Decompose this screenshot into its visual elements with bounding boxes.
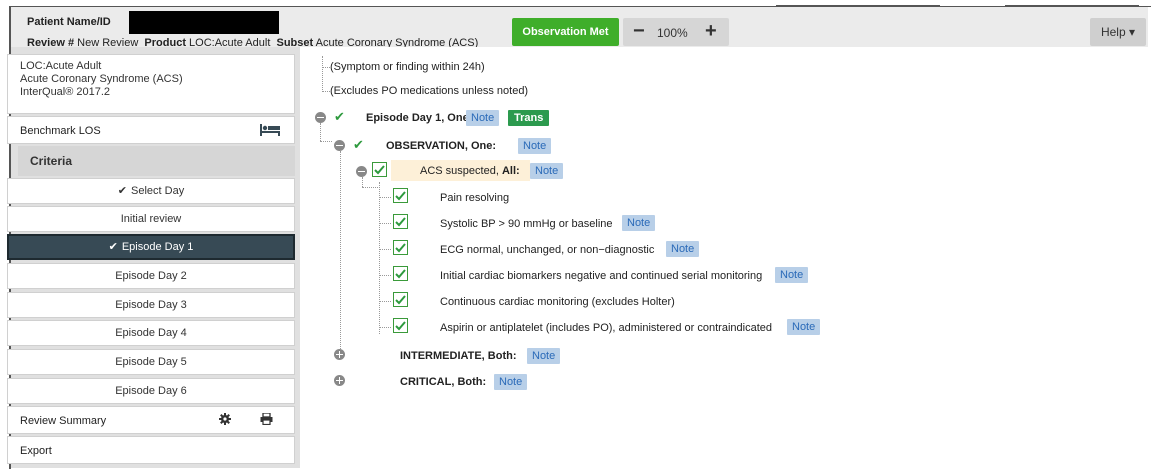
acs-node-text: ACS suspected, <box>420 165 499 177</box>
critical-note-button[interactable]: Note <box>494 374 528 390</box>
criterion-checkbox[interactable] <box>393 292 408 307</box>
checkmark-icon: ✔ <box>334 109 345 124</box>
day-episode-1[interactable]: ✔ Episode Day 1 <box>7 234 295 260</box>
tree-connector <box>379 223 391 224</box>
tree-connector <box>379 275 391 276</box>
expand-icon[interactable] <box>334 375 345 386</box>
gear-icon[interactable] <box>219 413 231 428</box>
day-episode-2[interactable]: Episode Day 2 <box>7 263 295 289</box>
episode-trans-button[interactable]: Trans <box>508 110 550 126</box>
criterion-note-button[interactable]: Note <box>787 319 821 335</box>
acs-note-button[interactable]: Note <box>530 163 564 179</box>
criterion-checkbox[interactable] <box>393 188 408 203</box>
zoom-control: − 100% + <box>623 18 729 46</box>
criterion-note-button[interactable]: Note <box>622 215 656 231</box>
observation-node-label: OBSERVATION, One: <box>386 140 497 152</box>
day-label: Episode Day 6 <box>115 385 187 397</box>
benchmark-los-label: Benchmark LOS <box>20 125 101 137</box>
criterion-checkbox[interactable] <box>393 214 408 229</box>
criterion-note-button[interactable]: Note <box>666 241 700 257</box>
criterion-checkbox[interactable] <box>393 240 408 255</box>
criterion-label: Initial cardiac biomarkers negative and … <box>440 270 763 282</box>
day-label: Episode Day 3 <box>115 299 187 311</box>
episode-node-label: Episode Day 1, One: <box>366 112 473 124</box>
criteria-tree <box>300 47 1148 468</box>
review-summary-item[interactable]: Review Summary <box>7 406 295 434</box>
criteria-label: Criteria <box>30 154 73 168</box>
criterion-label: Pain resolving <box>440 192 510 204</box>
collapse-icon[interactable] <box>334 140 345 151</box>
day-label: Episode Day 4 <box>115 327 187 339</box>
day-label: Select Day <box>131 185 185 197</box>
info-line-subset: Acute Coronary Syndrome (ACS) <box>20 73 183 85</box>
acs-checkbox[interactable] <box>372 162 387 177</box>
criterion-checkbox[interactable] <box>393 318 408 333</box>
info-line-product: LOC:Acute Adult <box>20 60 102 72</box>
tree-connector <box>340 151 341 357</box>
export-item[interactable]: Export <box>7 436 295 464</box>
criteria-header: Criteria <box>18 146 295 176</box>
checkmark-icon: ✔ <box>108 241 118 253</box>
day-label: Initial review <box>120 213 182 225</box>
zoom-level: 100% <box>657 26 688 40</box>
tree-connector <box>379 197 391 198</box>
checkmark-icon: ✔ <box>353 137 364 152</box>
collapse-icon[interactable] <box>315 112 326 123</box>
checkmark-icon: ✔ <box>117 185 127 197</box>
product-info-box: LOC:Acute Adult Acute Coronary Syndrome … <box>7 54 295 114</box>
acs-node-all: All: <box>501 165 520 177</box>
bed-icon <box>260 124 280 139</box>
benchmark-los-item[interactable]: Benchmark LOS <box>7 116 295 144</box>
criterion-label: Aspirin or antiplatelet (includes PO), a… <box>440 322 772 334</box>
tree-connector <box>322 56 323 92</box>
day-episode-3[interactable]: Episode Day 3 <box>7 292 295 318</box>
day-select-day[interactable]: ✔ Select Day <box>7 178 295 204</box>
collapse-icon[interactable] <box>356 166 367 177</box>
tree-connector <box>379 301 391 302</box>
intermediate-node-label: INTERMEDIATE, Both: <box>400 350 517 362</box>
day-episode-6[interactable]: Episode Day 6 <box>7 378 295 404</box>
day-initial-review[interactable]: Initial review <box>7 206 295 232</box>
day-label: Episode Day 5 <box>115 356 187 368</box>
criterion-label: Systolic BP > 90 mmHg or baseline <box>440 218 613 230</box>
tree-connector <box>322 67 330 68</box>
tree-connector <box>320 141 332 142</box>
criterion-note-button[interactable]: Note <box>775 267 809 283</box>
day-episode-4[interactable]: Episode Day 4 <box>7 320 295 346</box>
observation-met-button[interactable]: Observation Met <box>512 18 619 46</box>
criterion-label: ECG normal, unchanged, or non−diagnostic <box>440 244 655 256</box>
info-line-version: InterQual® 2017.2 <box>20 86 111 98</box>
intermediate-note-button[interactable]: Note <box>527 348 561 364</box>
day-label: Episode Day 1 <box>121 241 194 253</box>
criterion-checkbox[interactable] <box>393 266 408 281</box>
tree-connector <box>320 123 321 141</box>
tree-connector <box>379 249 391 250</box>
printer-icon[interactable] <box>260 412 273 428</box>
patient-name-label: Patient Name/ID <box>27 16 111 28</box>
info-note-po: (Excludes PO medications unless noted) <box>330 85 529 97</box>
tree-connector <box>362 177 363 187</box>
episode-note-button[interactable]: Note <box>466 110 500 126</box>
criterion-label: Continuous cardiac monitoring (excludes … <box>440 296 675 308</box>
expand-icon[interactable] <box>334 349 345 360</box>
zoom-out-button[interactable]: − <box>633 21 645 41</box>
critical-node-label: CRITICAL, Both: <box>400 376 487 388</box>
tree-connector <box>362 187 380 188</box>
export-label: Export <box>20 445 52 457</box>
zoom-in-button[interactable]: + <box>705 21 717 41</box>
tree-connector <box>379 182 380 334</box>
observation-note-button[interactable]: Note <box>518 138 552 154</box>
redacted-patient-id <box>129 11 279 34</box>
info-note-symptom: (Symptom or finding within 24h) <box>330 61 485 73</box>
tree-connector <box>379 327 391 328</box>
acs-node-label: ACS suspected, All: <box>420 165 520 177</box>
help-menu-button[interactable]: Help ▾ <box>1090 18 1146 46</box>
tree-connector <box>322 91 330 92</box>
day-episode-5[interactable]: Episode Day 5 <box>7 349 295 375</box>
day-label: Episode Day 2 <box>115 270 187 282</box>
review-summary-label: Review Summary <box>20 415 107 427</box>
